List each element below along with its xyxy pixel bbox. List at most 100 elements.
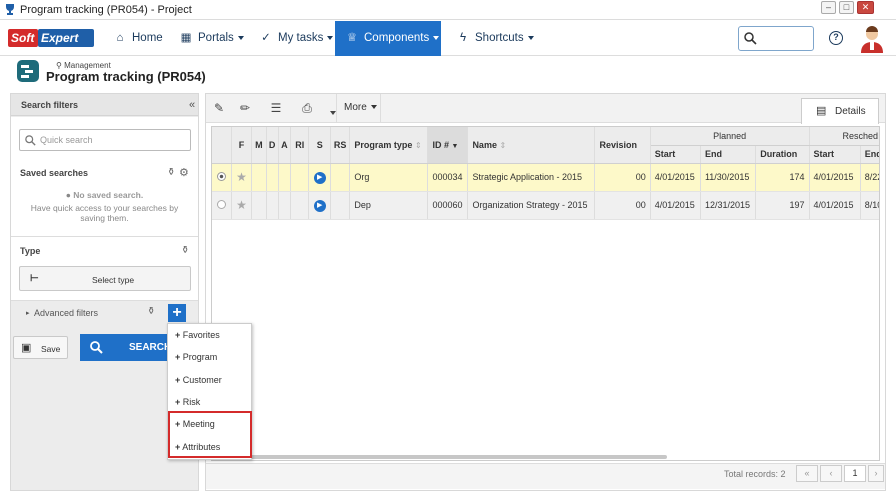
window-titlebar: Program tracking (PR054) - Project – □ ✕ [0,0,896,20]
next-page-button[interactable]: › [868,465,884,482]
svg-text:Soft: Soft [11,31,35,45]
cell-revision: 00 [594,191,651,220]
type-label: Type [20,246,41,256]
toolbar-divider [380,94,381,123]
maximize-button[interactable]: □ [839,1,854,14]
broom-icon[interactable]: ⚱ [167,167,175,178]
cell-id: 000034 [427,163,469,192]
search-icon [744,32,757,45]
search-icon [25,135,36,146]
broom-icon[interactable]: ⚱ [147,306,155,317]
col-planned-end[interactable]: End [700,145,757,164]
col-rs[interactable]: RS [330,127,351,164]
menu-item-favorites[interactable]: + Favorites [175,330,220,340]
col-group-rescheduled: Resched [809,127,879,146]
tab-details[interactable]: ▤ Details [801,98,879,124]
search-button[interactable]: SEARCH [80,334,171,361]
floppy-icon: ▣ [21,342,32,354]
favorite-star-icon[interactable]: ★ [231,163,253,192]
horizontal-scrollbar[interactable] [212,455,667,459]
cell-resched-start: 4/01/2015 [809,191,861,220]
close-window-button[interactable]: ✕ [857,1,874,14]
chevron-right-icon: ▸ [26,310,30,317]
print-dropdown-icon[interactable] [326,107,336,119]
cell-revision: 00 [594,163,651,192]
filters-header: Search filters « [11,94,198,116]
col-f[interactable]: F [231,127,253,164]
tree-icon: ⊢ [30,273,39,284]
pencil-icon[interactable]: ✏ [237,101,253,115]
col-ri[interactable]: RI [290,127,310,164]
nav-my-tasks[interactable]: ✓ My tasks [249,21,343,56]
radio-selected-icon[interactable] [216,171,226,181]
save-button[interactable]: ▣ Save [13,336,68,359]
select-type-button[interactable]: ⊢ Select type [19,266,191,291]
add-filter-button[interactable]: + [168,304,186,322]
minimize-button[interactable]: – [821,1,836,14]
window-title: Program tracking (PR054) - Project [20,4,192,16]
play-status-icon: ▶ [313,199,326,212]
first-page-button[interactable]: « [796,465,818,482]
svg-text:Expert: Expert [41,31,79,45]
cell-planned-end: 12/31/2015 [700,191,757,220]
management-icon [17,60,39,82]
col-m[interactable]: M [251,127,267,164]
gear-icon[interactable]: ⚙ [179,166,189,179]
user-avatar[interactable] [860,25,884,53]
col-planned-duration[interactable]: Duration [755,145,810,164]
cell-planned-end: 11/30/2015 [700,163,757,192]
col-d[interactable]: D [266,127,279,164]
nav-portals[interactable]: ▦ Portals [169,21,254,56]
cell-resched-start: 4/01/2015 [809,163,861,192]
table-icon: ▤ [816,105,827,117]
cell-planned-start: 4/01/2015 [650,191,701,220]
toolbar-divider [336,94,337,123]
cell-name: Organization Strategy - 2015 [467,191,596,220]
menu-item-customer[interactable]: + Customer [175,375,222,385]
global-search-input[interactable] [738,26,814,51]
col-name[interactable]: Name ⇕ [467,127,596,164]
nav-shortcuts[interactable]: ϟ Shortcuts [446,21,544,56]
cell-duration: 197 [755,191,810,220]
trophy-icon [4,3,16,16]
highlight-box [168,411,252,458]
play-status-icon: ▶ [313,171,326,184]
col-s[interactable]: S [308,127,331,164]
col-resched-end[interactable]: End [860,145,879,164]
cell-resched-end: 8/22/202 [860,163,879,192]
cell-resched-end: 8/10/201 [860,191,879,220]
col-revision[interactable]: Revision [594,127,651,164]
nav-components[interactable]: ♕ Components [335,21,441,56]
edit-document-icon[interactable]: ✎ [211,101,227,115]
col-resched-start[interactable]: Start [809,145,861,164]
more-menu[interactable]: More [344,102,377,113]
softexpert-logo[interactable]: Soft Expert [8,28,94,48]
broom-icon[interactable]: ⚱ [181,245,189,256]
table-row[interactable]: ★ ▶ Org 000034 Strategic Application - 2… [212,163,879,192]
col-program-type[interactable]: Program type ⇕ [349,127,429,164]
collapse-panel-icon[interactable]: « [189,99,195,111]
menu-item-risk[interactable]: + Risk [175,397,200,407]
divider [11,236,198,237]
col-id[interactable]: ID # ▼ [427,127,469,164]
home-icon: ⌂ [116,32,124,44]
col-planned-start[interactable]: Start [650,145,701,164]
sort-desc-icon: ▼ [451,142,459,150]
quick-search-input[interactable]: Quick search [19,129,191,151]
prev-page-button[interactable]: ‹ [820,465,842,482]
favorite-star-icon[interactable]: ★ [231,191,253,220]
table-row[interactable]: ★ ▶ Dep 000060 Organization Strategy - 2… [212,191,879,220]
top-navbar: Soft Expert ⌂ Home ▦ Portals ✓ My tasks ♕ Co… [0,21,896,56]
print-icon[interactable]: ⎙ [299,101,315,115]
col-a[interactable]: A [278,127,292,164]
page-number[interactable]: 1 [844,465,866,482]
menu-item-program[interactable]: + Program [175,352,217,362]
no-saved-search-message: ● No saved search. Have quick access to … [30,190,179,223]
help-icon[interactable]: ? [829,31,843,45]
trophy-icon: ♕ [346,32,358,44]
nav-home[interactable]: ⌂ Home [103,21,173,56]
check-icon: ✓ [261,32,271,44]
total-records: Total records: 2 [724,469,786,479]
radio-icon[interactable] [216,199,226,209]
columns-icon[interactable]: ☰ [268,101,284,115]
